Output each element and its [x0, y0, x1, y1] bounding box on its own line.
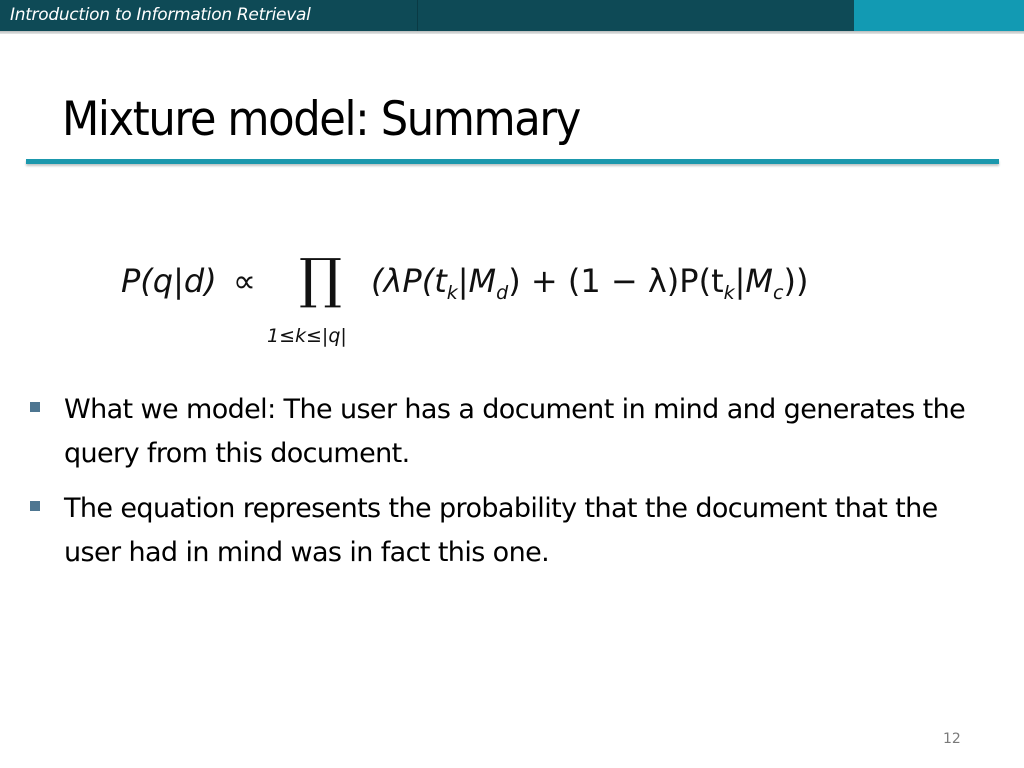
- page-number: 12: [943, 731, 961, 747]
- header-divider: [417, 0, 418, 33]
- rhs-mid1: |M: [457, 262, 497, 300]
- bullet-text: The equation represents the probability …: [64, 493, 938, 568]
- rhs-mid2: ) + (1 − λ)P(t: [508, 262, 724, 300]
- rhs-open: (λP(t: [371, 262, 447, 300]
- bullet-item: What we model: The user has a document i…: [28, 388, 988, 476]
- bullet-item: The equation represents the probability …: [28, 487, 988, 575]
- bullet-text: What we model: The user has a document i…: [64, 394, 966, 469]
- rhs-sub-c: c: [773, 282, 784, 304]
- square-bullet-icon: [30, 501, 40, 511]
- title-rule: [26, 159, 999, 164]
- header-shadow: [0, 31, 1024, 34]
- product-limits: 1≤k≤|q|: [267, 325, 347, 347]
- product-operator: ∏: [299, 247, 342, 310]
- bullet-list: What we model: The user has a document i…: [28, 388, 988, 586]
- equation-rhs: (λP(tk|Md) + (1 − λ)P(tk|Mc)): [371, 262, 809, 304]
- equation-relation: ∝: [233, 262, 256, 300]
- rhs-close: )): [783, 262, 809, 300]
- course-title: Introduction to Information Retrieval: [10, 5, 311, 25]
- rhs-sub-d: d: [496, 282, 509, 304]
- rhs-mid3: |M: [734, 262, 774, 300]
- rhs-sub-k1: k: [446, 282, 458, 304]
- header-accent-block: [854, 0, 1024, 31]
- slide-title: Mixture model: Summary: [62, 92, 581, 147]
- equation-lhs: P(q|d): [121, 262, 217, 300]
- rhs-sub-k2: k: [723, 282, 735, 304]
- square-bullet-icon: [30, 402, 40, 412]
